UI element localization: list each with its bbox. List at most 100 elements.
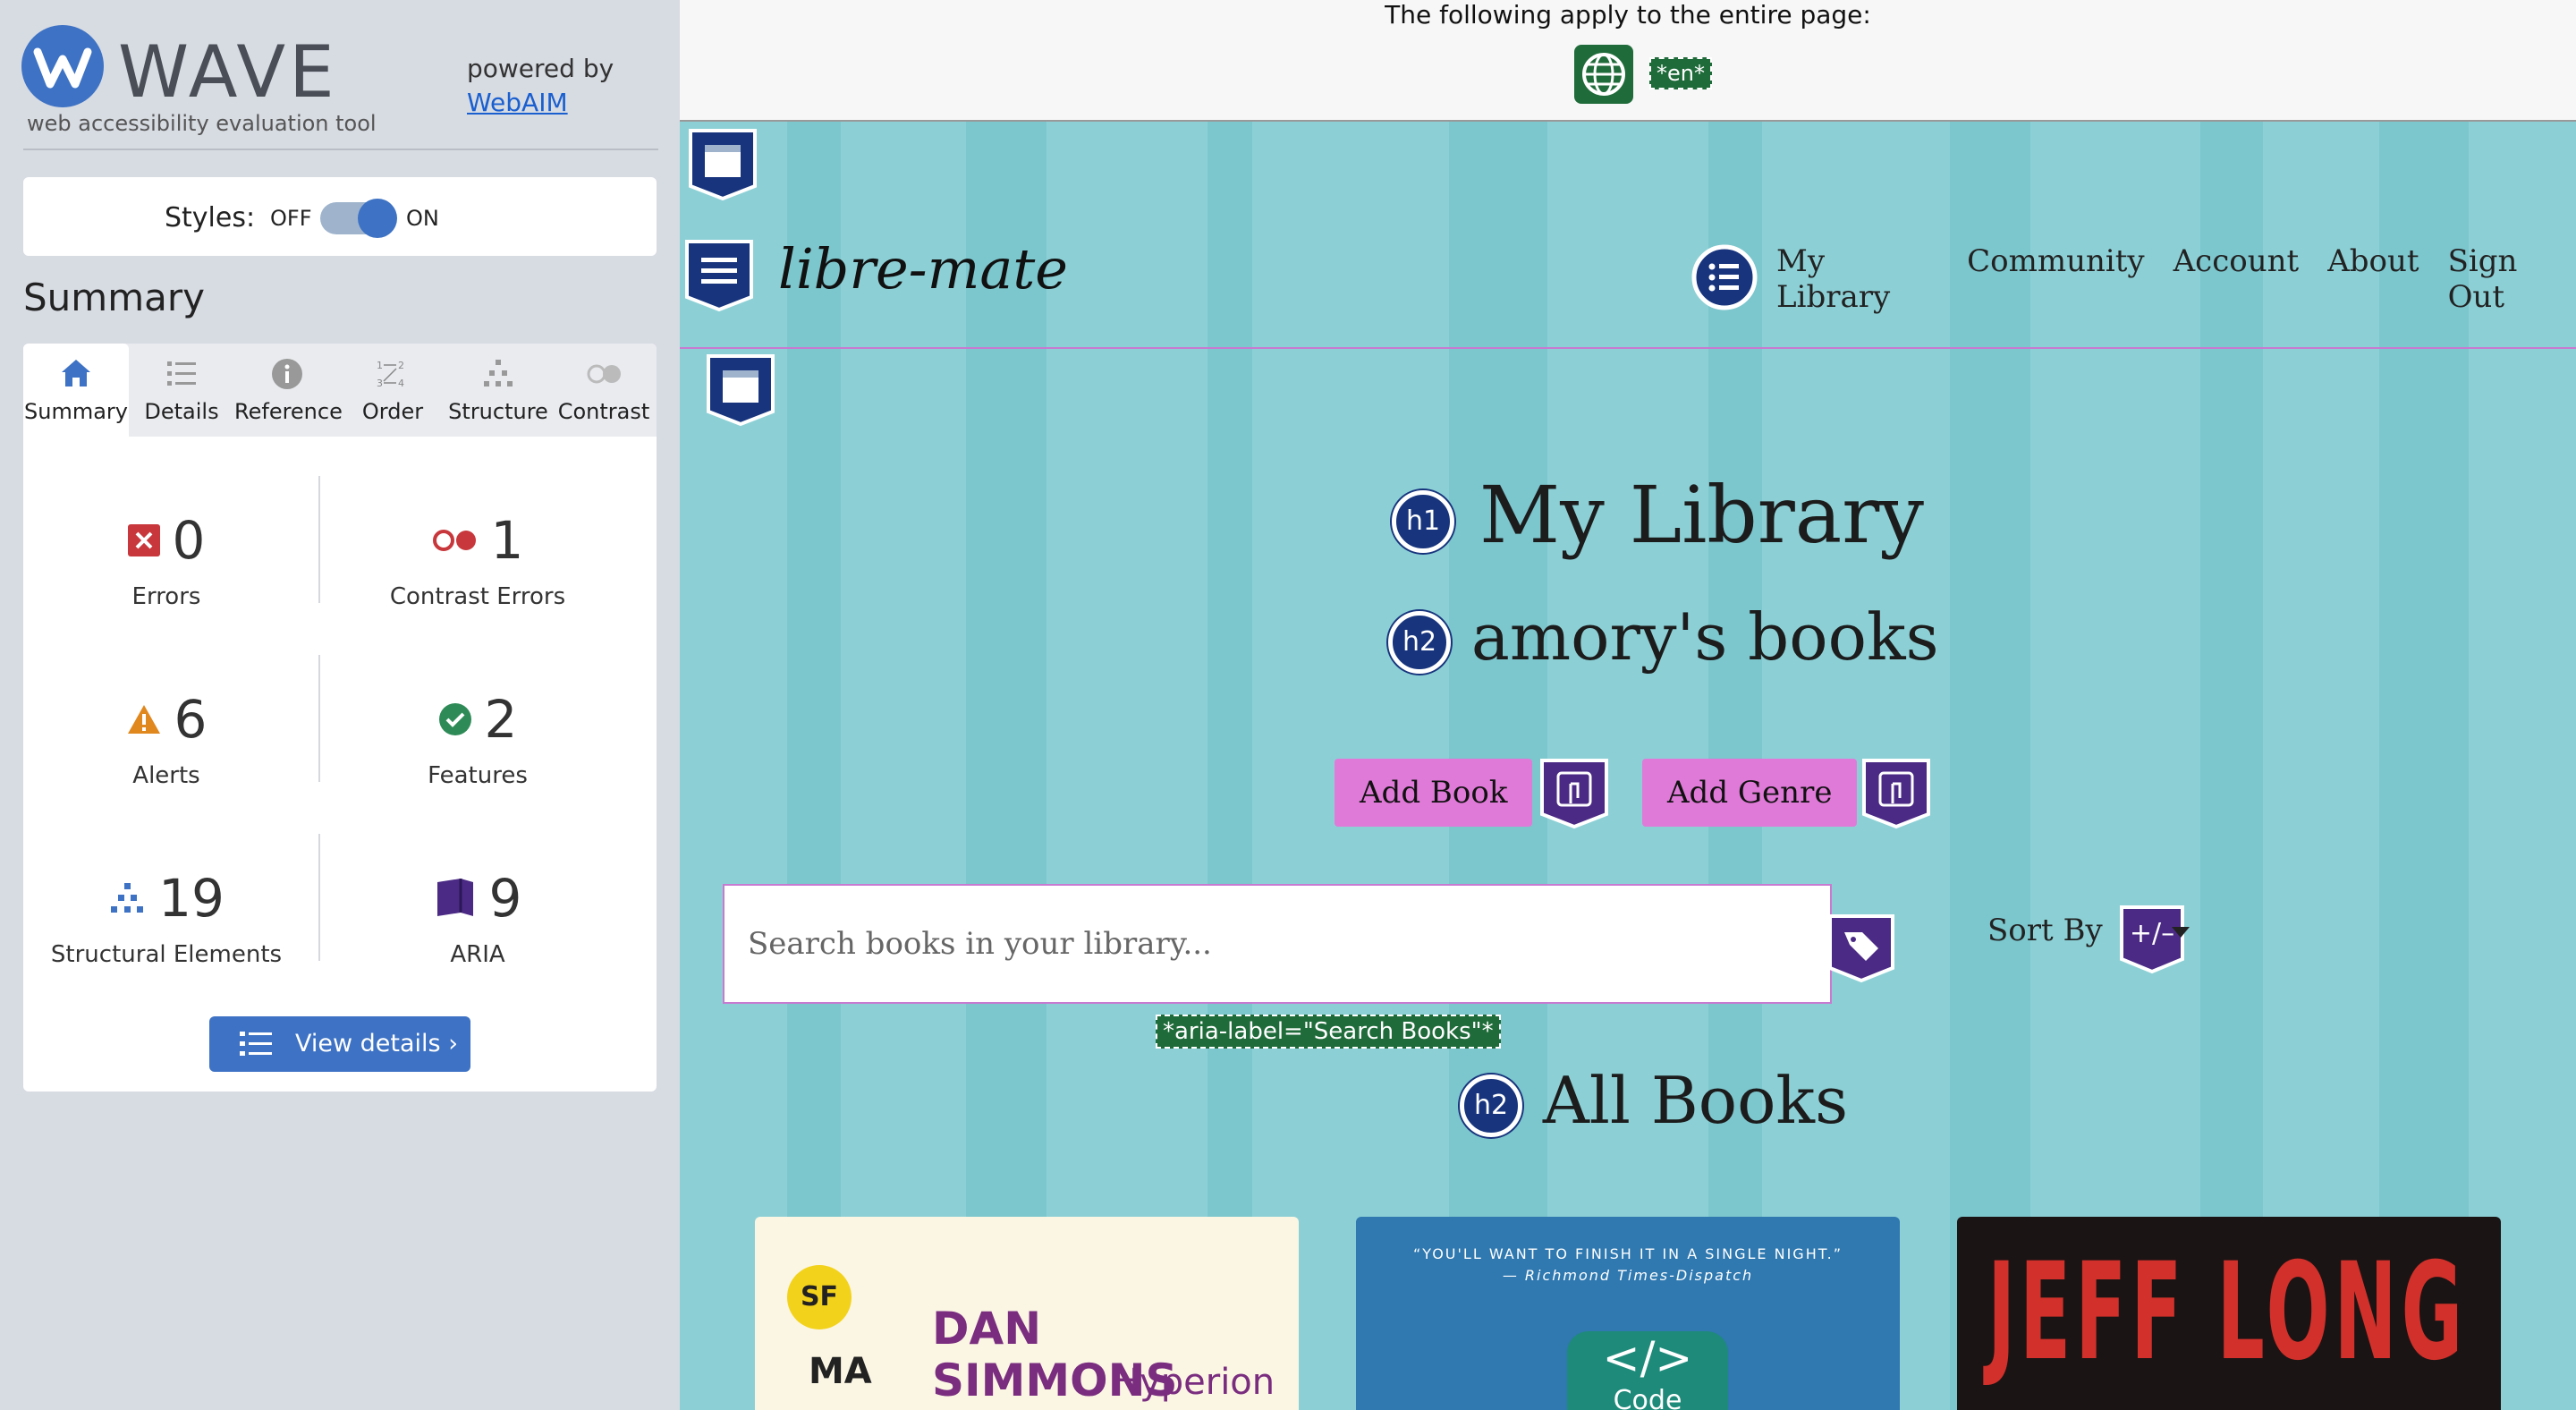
button-icon[interactable] xyxy=(1538,757,1610,830)
quote-text: “YOU'LL WANT TO FINISH IT IN A SINGLE NI… xyxy=(1413,1245,1843,1262)
book-cover-2[interactable]: “YOU'LL WANT TO FINISH IT IN A SINGLE NI… xyxy=(1356,1217,1900,1410)
region-navigation-icon[interactable] xyxy=(683,238,755,313)
stat-aria[interactable]: 9 ARIA xyxy=(335,868,621,968)
nav-community[interactable]: Community xyxy=(1967,243,2145,315)
nav-divider xyxy=(680,347,2576,349)
wave-tabs: Summary Details Reference 1 2 3 4 Order Str… xyxy=(23,344,657,437)
toggle-knob xyxy=(358,199,397,238)
unordered-list-icon[interactable] xyxy=(1689,242,1760,313)
aria-icon xyxy=(436,879,473,916)
evaluated-page: The following apply to the entire page: … xyxy=(680,0,2576,1410)
region-header-icon[interactable] xyxy=(687,127,758,202)
stat-features[interactable]: 2 Features xyxy=(335,689,621,789)
h1-text: My Library xyxy=(1479,469,1925,561)
tab-label: Order xyxy=(361,399,424,424)
banner-text: The following apply to the entire page: xyxy=(1385,0,1871,30)
styles-toggle-box: Styles: OFF ON xyxy=(23,177,657,256)
language-globe-icon[interactable] xyxy=(1574,45,1633,104)
nav-about[interactable]: About xyxy=(2327,243,2419,315)
svg-text:3: 3 xyxy=(377,378,383,389)
aria-label: ARIA xyxy=(450,941,505,968)
tab-label: Structure xyxy=(448,399,548,424)
alerts-label: Alerts xyxy=(132,762,200,789)
styles-label: Styles: xyxy=(165,202,256,234)
nav-my-library[interactable]: My Library xyxy=(1776,243,1938,315)
tab-label: Reference xyxy=(234,399,343,424)
site-logo[interactable]: libre-mate xyxy=(778,236,1068,302)
contrast-errors-count: 1 xyxy=(490,510,524,571)
structure-icon xyxy=(484,360,513,386)
errors-count: 0 xyxy=(172,510,206,571)
h2-badge-icon[interactable]: h2 xyxy=(1460,1074,1522,1137)
add-genre-button[interactable]: Add Genre xyxy=(1642,759,1858,827)
quote-source: — Richmond Times-Dispatch xyxy=(1502,1267,1754,1284)
book-cover-hyperion[interactable]: SF MA DAN SIMMONS Hyperion xyxy=(755,1217,1299,1410)
webaim-link[interactable]: WebAIM xyxy=(467,88,568,117)
tab-label: Summary xyxy=(24,399,128,424)
stat-contrast-errors[interactable]: 1 Contrast Errors xyxy=(335,510,621,610)
tab-label: Details xyxy=(144,399,219,424)
nav-account[interactable]: Account xyxy=(2174,243,2300,315)
list-icon xyxy=(240,1032,272,1056)
errors-label: Errors xyxy=(131,583,201,610)
book-title: Hyperion xyxy=(1113,1362,1275,1403)
stat-alerts[interactable]: 6 Alerts xyxy=(23,689,309,789)
features-label: Features xyxy=(428,762,528,789)
styles-toggle[interactable] xyxy=(320,199,397,238)
book-quote: “YOU'LL WANT TO FINISH IT IN A SINGLE NI… xyxy=(1356,1244,1900,1287)
svg-text:4: 4 xyxy=(398,378,404,389)
nav-sign-out[interactable]: Sign Out xyxy=(2448,243,2576,315)
structural-label: Structural Elements xyxy=(50,941,283,968)
user-heading-h2: h2 amory's books xyxy=(1388,599,1939,675)
divider xyxy=(23,149,658,150)
view-details-label: View details › xyxy=(295,1030,458,1058)
h2-all-text: All Books xyxy=(1542,1063,1849,1138)
tab-summary[interactable]: Summary xyxy=(23,344,129,437)
tab-reference[interactable]: Reference xyxy=(234,344,343,437)
h2-badge-icon[interactable]: h2 xyxy=(1388,611,1451,674)
list-icon xyxy=(167,361,196,386)
region-main-icon[interactable] xyxy=(705,352,776,428)
home-icon xyxy=(62,360,90,386)
tab-order[interactable]: 1 2 3 4 Order xyxy=(340,344,445,437)
main-nav: My Library Community Account About Sign … xyxy=(1776,243,2576,315)
search-books-input[interactable]: Search books in your library... xyxy=(723,884,1832,1004)
book-author: JEFF LONG xyxy=(1987,1235,2468,1390)
svg-text:2: 2 xyxy=(398,360,404,371)
order-icon: 1 2 3 4 xyxy=(377,360,404,389)
aria-count: 9 xyxy=(488,868,522,929)
stat-errors[interactable]: 0 Errors xyxy=(23,510,309,610)
powered-by-text: powered by xyxy=(467,54,614,83)
tab-details[interactable]: Details xyxy=(129,344,234,437)
book-cover-jeff-long[interactable]: JEFF LONG xyxy=(1957,1217,2501,1410)
sf-badge: SF xyxy=(787,1265,852,1329)
styles-on-label: ON xyxy=(406,206,439,231)
stat-divider xyxy=(318,834,320,961)
h2-user-text: amory's books xyxy=(1470,599,1939,675)
sort-select-icon[interactable]: +/– xyxy=(2118,904,2186,975)
view-details-button[interactable]: View details › xyxy=(209,1016,470,1072)
code-badge[interactable]: </> Code xyxy=(1567,1331,1728,1410)
stat-structural[interactable]: 19 Structural Elements xyxy=(23,868,309,968)
structural-count: 19 xyxy=(158,868,225,929)
page-level-banner: The following apply to the entire page: … xyxy=(680,0,2576,122)
add-book-button[interactable]: Add Book xyxy=(1335,759,1533,827)
wave-sidebar: WAVE web accessibility evaluation tool p… xyxy=(0,0,680,1410)
structure-icon xyxy=(111,883,144,913)
sort-by-label[interactable]: Sort By xyxy=(1987,913,2103,948)
button-icon[interactable] xyxy=(1860,757,1932,830)
tab-label: Contrast xyxy=(557,399,650,424)
tab-contrast[interactable]: Contrast xyxy=(551,344,657,437)
chevron-down-icon[interactable] xyxy=(2172,927,2190,938)
contrast-errors-label: Contrast Errors xyxy=(389,583,566,610)
language-tag: *en* xyxy=(1649,57,1712,89)
features-count: 2 xyxy=(484,689,518,750)
all-books-heading-h2: h2 All Books xyxy=(1460,1063,1848,1138)
aria-label-icon[interactable] xyxy=(1826,913,1896,984)
tab-structure[interactable]: Structure xyxy=(445,344,551,437)
book-spine-text: MA xyxy=(809,1351,872,1392)
summary-heading: Summary xyxy=(23,276,205,319)
contrast-error-icon xyxy=(432,530,476,551)
aria-label-tag: *aria-label="Search Books"* xyxy=(1156,1015,1501,1049)
h1-badge-icon[interactable]: h1 xyxy=(1392,490,1454,554)
